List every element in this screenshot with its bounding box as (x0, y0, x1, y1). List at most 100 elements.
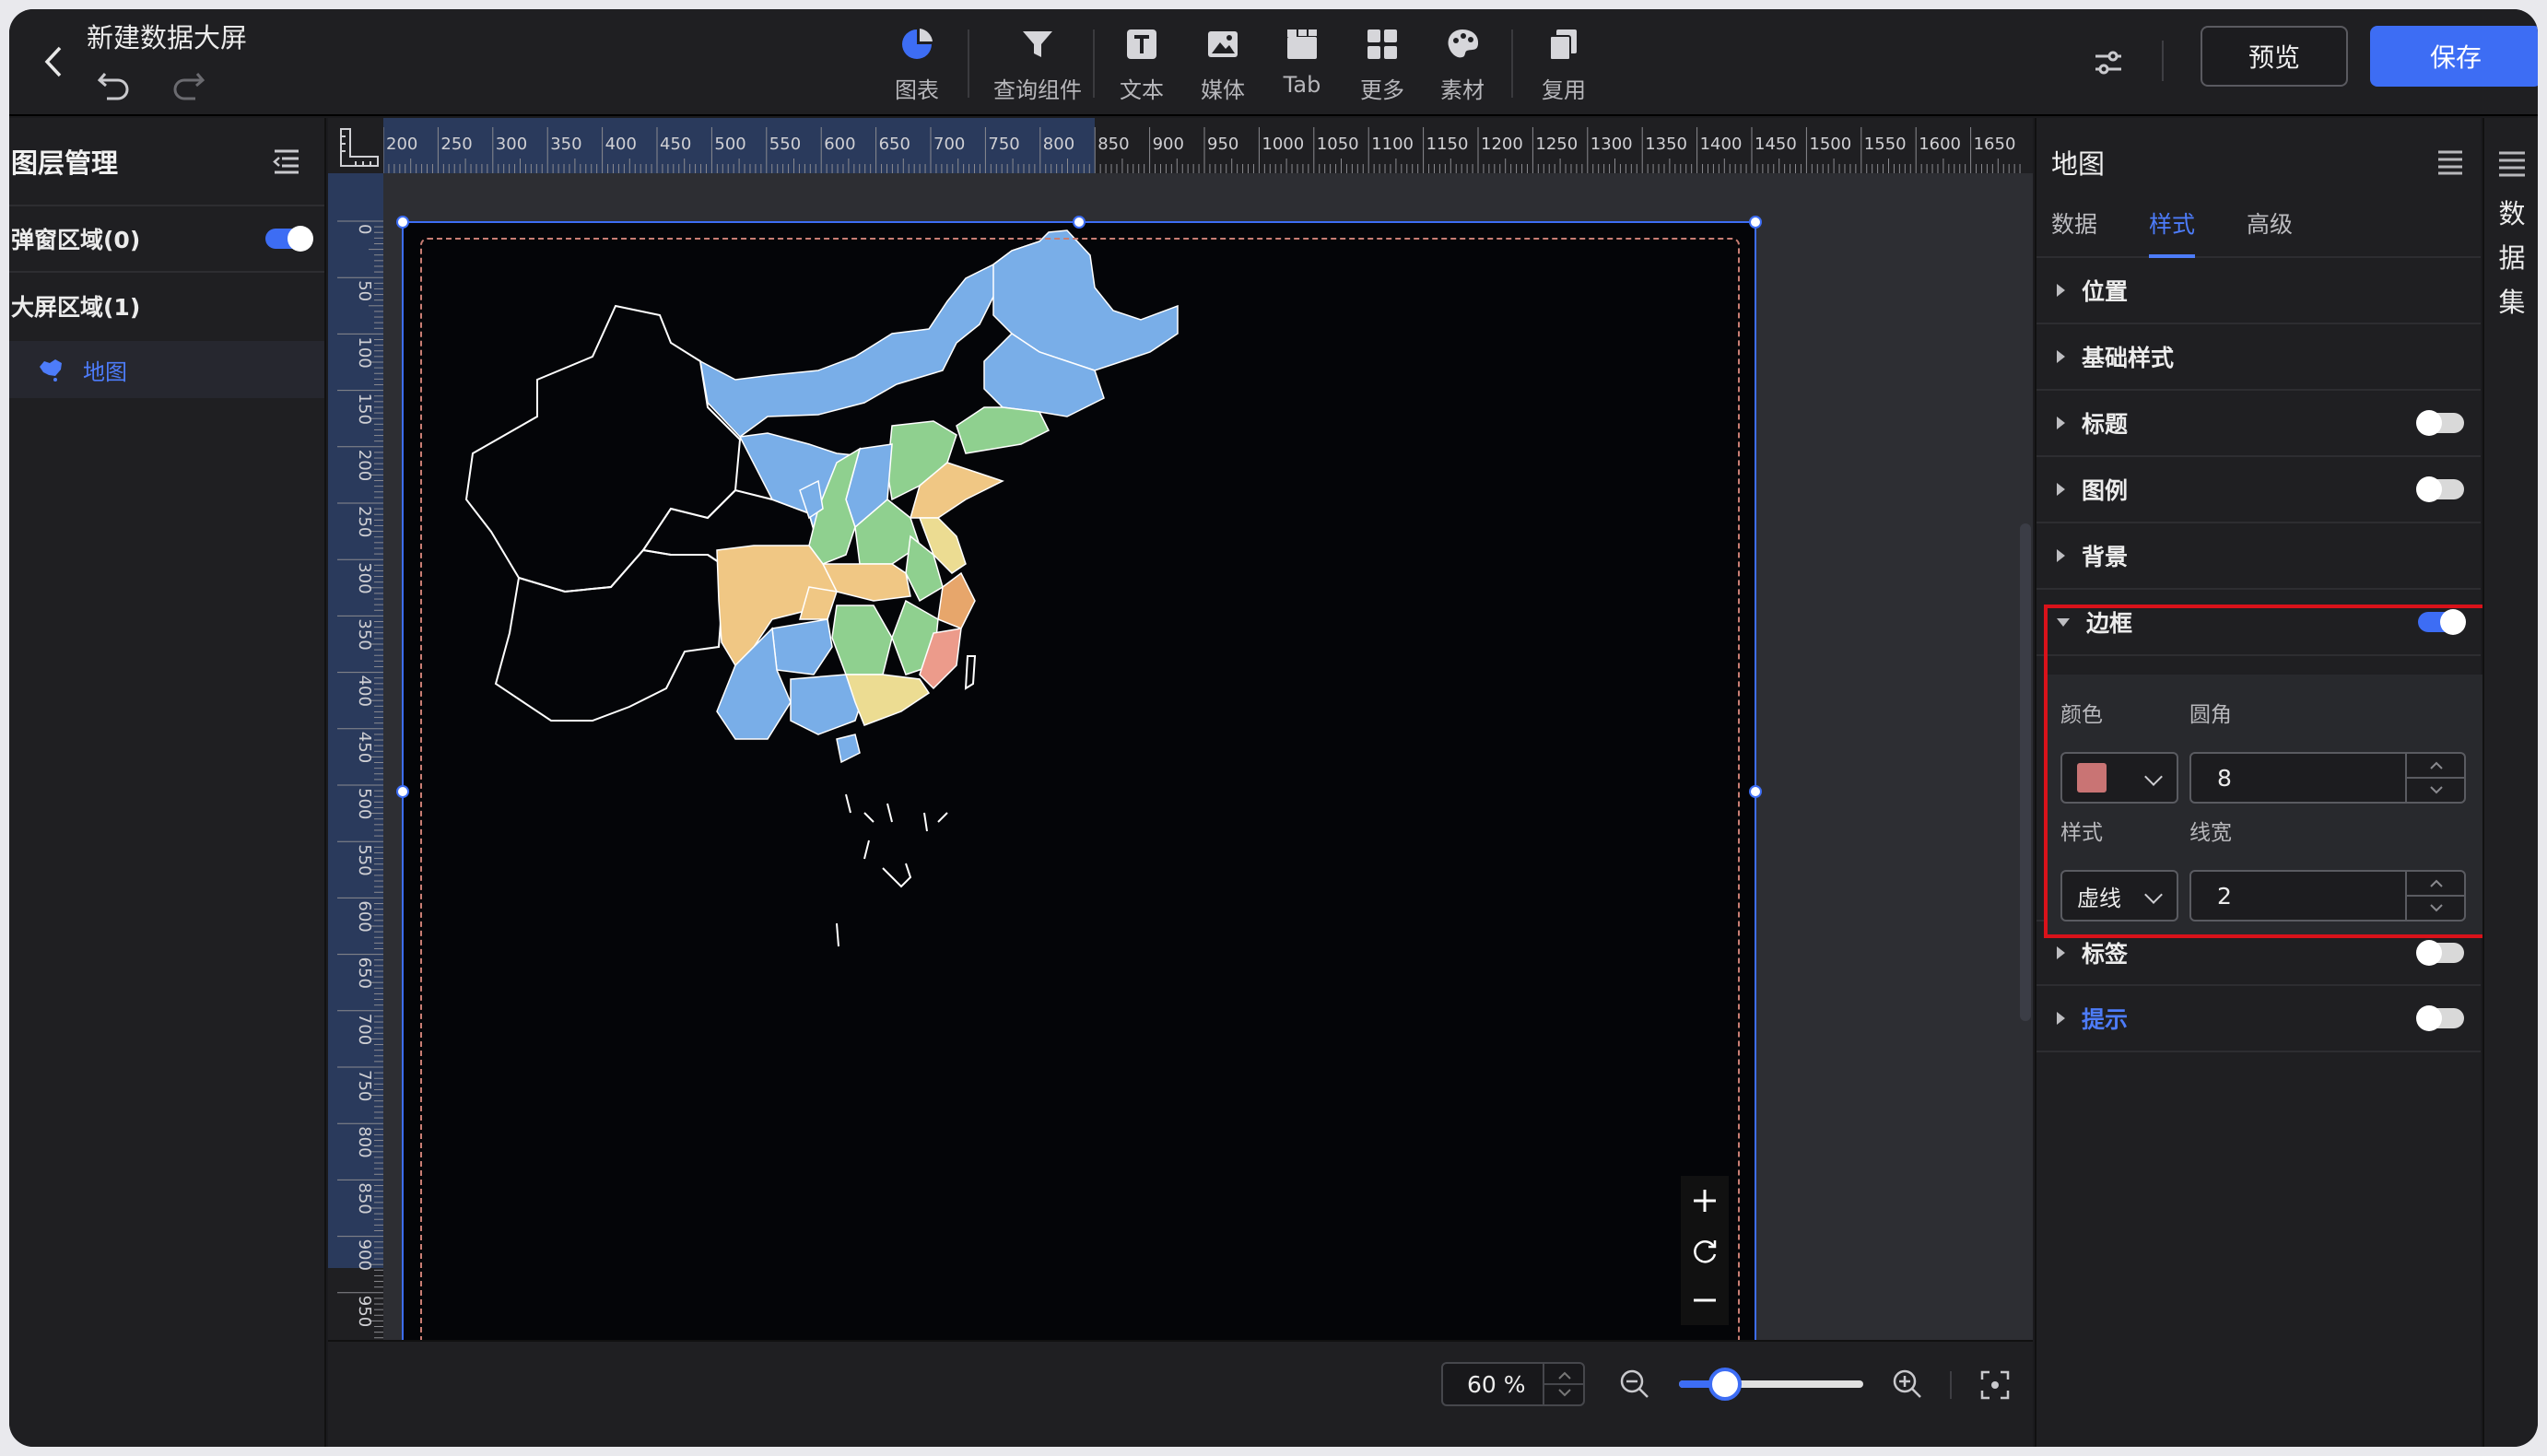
section-label: 提示 (2082, 1006, 2129, 1033)
vertical-scrollbar[interactable] (2020, 523, 2031, 1021)
resize-handle-left[interactable] (396, 785, 409, 798)
dataset-label[interactable]: 数据集 (2484, 192, 2538, 324)
toolbar-label: 素材 (1440, 77, 1485, 103)
label-toggle[interactable] (2416, 940, 2464, 966)
toolbar-reuse-button[interactable]: 复用 (1513, 18, 1614, 111)
fit-screen-button[interactable] (1979, 1369, 2011, 1401)
settings-button[interactable] (2081, 35, 2136, 90)
ruler-label: 100 (355, 336, 374, 368)
popup-area-row[interactable]: 弹窗区域(0) (9, 206, 324, 273)
collapse-panel-icon[interactable] (271, 147, 302, 175)
ruler-label: 850 (1097, 135, 1129, 154)
toolbar-material-button[interactable]: 素材 (1412, 18, 1513, 111)
palette-icon (1448, 29, 1479, 58)
ruler-label: 450 (355, 732, 374, 763)
preview-button[interactable]: 预览 (2201, 26, 2348, 87)
tab-data[interactable]: 数据 (2051, 206, 2097, 258)
ruler-label: 650 (355, 957, 374, 989)
ruler-label: 550 (769, 135, 801, 154)
top-bar: 新建数据大屏 图表 查询组件 文本 媒体 Tab 更多 素材 复用 预览 保存 (9, 9, 2538, 116)
resize-handle-top-left[interactable] (396, 216, 409, 229)
save-button[interactable]: 保存 (2370, 26, 2538, 87)
ruler-label: 950 (355, 1296, 374, 1327)
map-zoom-out-button[interactable] (1686, 1282, 1723, 1319)
ruler-label: 1550 (1864, 135, 1907, 154)
tooltip-toggle[interactable] (2416, 1005, 2464, 1031)
ruler-icon (340, 128, 379, 167)
ruler-label: 700 (933, 135, 965, 154)
ruler-label: 900 (1153, 135, 1184, 154)
ruler-label: 700 (355, 1014, 374, 1045)
ruler-label: 300 (496, 135, 527, 154)
popup-area-label: 弹窗区域(0) (11, 227, 141, 253)
back-button[interactable] (28, 33, 79, 90)
undo-button[interactable] (94, 65, 135, 105)
legend-toggle[interactable] (2416, 476, 2464, 502)
section-label: 图例 (2082, 477, 2129, 504)
tab-advanced[interactable]: 高级 (2247, 206, 2293, 258)
ruler-label: 300 (355, 562, 374, 593)
section-position[interactable]: 位置 (2036, 258, 2481, 324)
toolbar-label: Tab (1283, 72, 1321, 98)
toolbar-label: 图表 (895, 77, 939, 103)
caret-right-icon (2057, 284, 2065, 297)
toolbar-chart-button[interactable]: 图表 (866, 18, 968, 111)
zoom-slider[interactable] (1679, 1368, 1863, 1401)
pie-chart-icon (902, 29, 933, 59)
section-label: 背景 (2082, 544, 2129, 570)
editor-canvas[interactable]: 200 250 300 350 400 450 500 550 600 650 700 750 800 8… (328, 118, 2033, 1340)
ruler-label: 1600 (1919, 135, 1961, 154)
sliders-icon (2095, 51, 2121, 75)
zoom-in-button[interactable] (1891, 1368, 1924, 1401)
menu-icon[interactable] (2435, 148, 2466, 176)
layer-item-map[interactable]: 地图 (9, 341, 324, 398)
map-dashed-border (420, 238, 1740, 1340)
ruler-label: 1300 (1590, 135, 1633, 154)
popup-area-toggle[interactable] (265, 226, 313, 252)
refresh-icon (1694, 1240, 1717, 1263)
stepper-arrows-icon (1544, 1371, 1585, 1397)
ruler-label: 150 (355, 393, 374, 425)
ruler-label: 800 (355, 1126, 374, 1157)
resize-handle-top-right[interactable] (1749, 216, 1762, 229)
image-icon (1208, 31, 1238, 57)
tab-style[interactable]: 样式 (2149, 206, 2196, 258)
caret-right-icon (2057, 350, 2065, 363)
section-tooltip[interactable]: 提示 (2036, 986, 2481, 1052)
vertical-ruler[interactable]: 0 50 100 150 200 250 300 350 400 450 500 550 600 650 7… (328, 173, 383, 1340)
title-toggle[interactable] (2416, 410, 2464, 436)
resize-handle-right[interactable] (1749, 785, 1762, 798)
section-title[interactable]: 标题 (2036, 391, 2481, 457)
ruler-label: 1050 (1317, 135, 1359, 154)
section-basic-style[interactable]: 基础样式 (2036, 324, 2481, 391)
map-zoom-controls (1681, 1176, 1729, 1325)
zoom-slider-thumb[interactable] (1708, 1368, 1742, 1401)
menu-icon[interactable] (2494, 146, 2530, 182)
map-reset-button[interactable] (1686, 1232, 1723, 1269)
toolbar-query-button[interactable]: 查询组件 (980, 18, 1095, 111)
section-label: 位置 (2082, 278, 2129, 305)
map-zoom-in-button[interactable] (1686, 1182, 1723, 1219)
ruler-label: 400 (355, 675, 374, 707)
horizontal-ruler[interactable]: 200 250 300 350 400 450 500 550 600 650 700 750 800 8… (382, 118, 2033, 173)
redo-button[interactable] (168, 65, 208, 105)
zoom-stepper[interactable] (1543, 1364, 1585, 1404)
ruler-label: 200 (355, 450, 374, 481)
tab-icon (1287, 29, 1317, 59)
section-legend[interactable]: 图例 (2036, 457, 2481, 523)
layer-panel-title: 图层管理 (11, 147, 119, 179)
resize-handle-top[interactable] (1073, 216, 1086, 229)
document-title[interactable]: 新建数据大屏 (87, 17, 247, 55)
zoom-out-button[interactable] (1618, 1368, 1651, 1401)
minus-icon (1694, 1298, 1716, 1302)
properties-tabs: 数据 样式 高级 (2036, 206, 2481, 258)
caret-right-icon (2057, 1012, 2065, 1025)
canvas-bottom-bar: 60 % (328, 1340, 2033, 1447)
screen-area-row[interactable]: 大屏区域(1) (9, 273, 324, 339)
zoom-value: 60 % (1467, 1370, 1526, 1398)
ruler-label: 1350 (1645, 135, 1687, 154)
section-background[interactable]: 背景 (2036, 523, 2481, 590)
zoom-percentage-input[interactable]: 60 % (1441, 1362, 1585, 1406)
bottom-divider (1950, 1371, 1952, 1399)
ruler-corner-button[interactable] (328, 118, 383, 173)
